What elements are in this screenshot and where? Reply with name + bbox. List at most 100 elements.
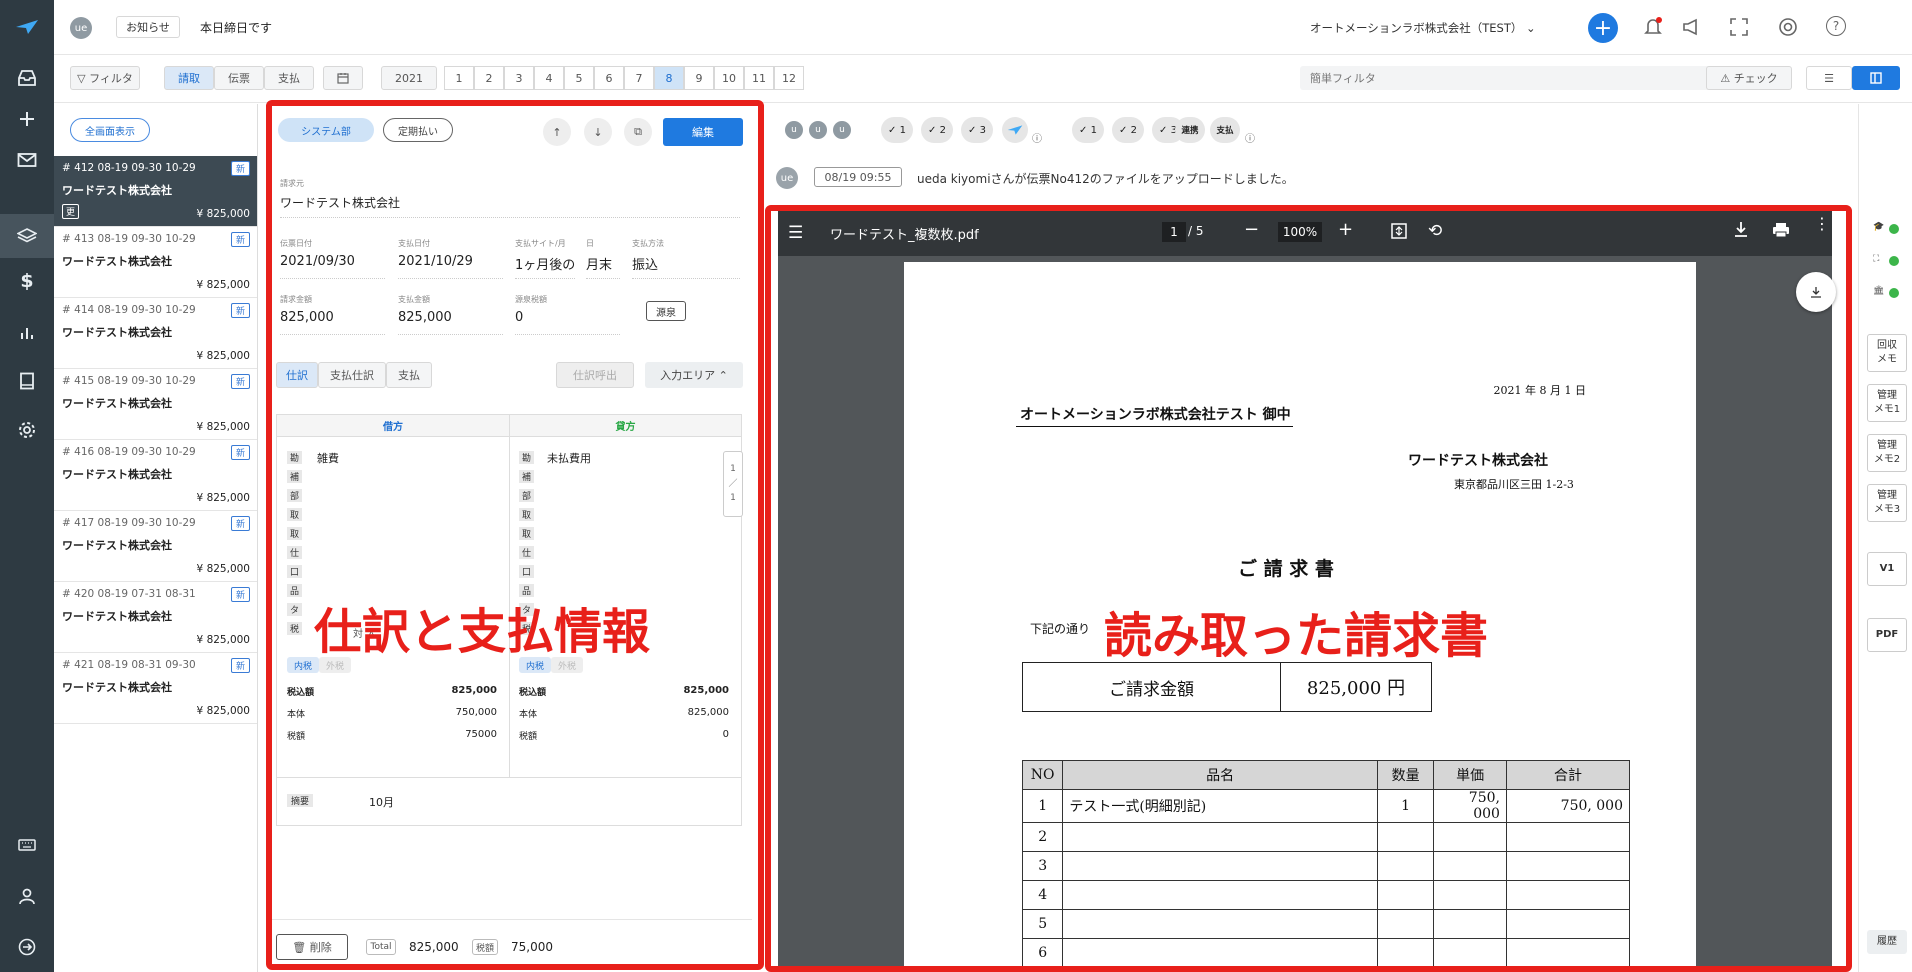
pdf-button[interactable]: PDF xyxy=(1867,618,1907,652)
summary-value[interactable]: 10月 xyxy=(369,794,394,810)
check-status-1[interactable]: ✓ 1 xyxy=(1072,117,1104,143)
month-2[interactable]: 2 xyxy=(474,66,504,90)
dollar-icon[interactable]: $ xyxy=(0,266,54,296)
month-6[interactable]: 6 xyxy=(594,66,624,90)
fullscreen-icon[interactable] xyxy=(1730,18,1748,39)
keyboard-icon[interactable] xyxy=(0,830,54,860)
month-8[interactable]: 8 xyxy=(654,66,684,90)
version-button[interactable]: V1 xyxy=(1867,552,1907,586)
input-area-toggle[interactable]: 入力エリア ⌃ xyxy=(645,362,743,388)
list-item[interactable]: # 412 08-19 09-30 10-29 新ワードテスト株式会社 ¥ 825,… xyxy=(54,156,257,227)
method-value[interactable]: 振込 xyxy=(632,254,658,273)
filter-button[interactable]: ▽ フィルタ xyxy=(70,66,140,90)
pay-amount[interactable]: 825,000 xyxy=(398,310,452,325)
withholding-button[interactable]: 源泉 xyxy=(646,301,686,321)
page-input[interactable]: 1 xyxy=(1162,222,1186,242)
billing-value[interactable]: ワードテスト株式会社 xyxy=(280,194,400,211)
rotate-icon[interactable]: ⟲ xyxy=(1428,221,1442,241)
month-4[interactable]: 4 xyxy=(534,66,564,90)
check-status-3[interactable]: ✓ 3 xyxy=(961,117,993,143)
inbox-icon[interactable] xyxy=(0,63,54,93)
list-item[interactable]: # 420 08-19 07-31 08-31 新ワードテスト株式会社 ¥ 825,… xyxy=(54,582,257,653)
bird-status-icon[interactable] xyxy=(1002,117,1028,143)
zoom-in-icon[interactable]: + xyxy=(1338,219,1353,240)
tab-payment[interactable]: 支払 xyxy=(386,362,432,388)
list-item[interactable]: # 421 08-19 08-31 09-30 新ワードテスト株式会社 ¥ 825,… xyxy=(54,653,257,724)
fit-page-icon[interactable] xyxy=(1390,222,1408,243)
arrow-down-icon[interactable]: ↓ xyxy=(584,118,612,146)
logo-bird-icon[interactable] xyxy=(0,12,54,42)
help-icon[interactable]: ? xyxy=(1826,16,1846,36)
notice-button[interactable]: お知らせ xyxy=(116,16,180,38)
check-button[interactable]: ⚠ チェック xyxy=(1706,66,1792,90)
edit-button[interactable]: 編集 xyxy=(663,118,743,146)
memo-button[interactable]: 管理 メモ1 xyxy=(1867,384,1907,422)
link-status[interactable]: 連携 xyxy=(1175,117,1205,143)
month-12[interactable]: 12 xyxy=(774,66,804,90)
user-avatar[interactable]: ue xyxy=(70,17,92,39)
site-value[interactable]: 1ヶ月後の xyxy=(515,254,575,273)
history-button[interactable]: 履歴 xyxy=(1867,930,1907,954)
month-10[interactable]: 10 xyxy=(714,66,744,90)
list-item[interactable]: # 417 08-19 09-30 10-29 新ワードテスト株式会社 ¥ 825,… xyxy=(54,511,257,582)
info-icon[interactable]: ⓘ xyxy=(1032,130,1042,145)
bar-chart-icon[interactable] xyxy=(0,317,54,347)
tab-doc-shiharai[interactable]: 支払 xyxy=(264,66,314,90)
list-item[interactable]: # 413 08-19 09-30 10-29 新ワードテスト株式会社 ¥ 825,… xyxy=(54,227,257,298)
download-icon[interactable] xyxy=(1734,221,1748,242)
year-select[interactable]: 2021 xyxy=(381,66,437,90)
mail-check-icon[interactable] xyxy=(0,145,54,175)
zoom-out-icon[interactable]: − xyxy=(1244,219,1259,240)
pay-date[interactable]: 2021/10/29 xyxy=(398,254,473,269)
list-item[interactable]: # 414 08-19 09-30 10-29 新ワードテスト株式会社 ¥ 825,… xyxy=(54,298,257,369)
list-item[interactable]: # 415 08-19 09-30 10-29 新ワードテスト株式会社 ¥ 825,… xyxy=(54,369,257,440)
memo-button[interactable]: 管理 メモ2 xyxy=(1867,434,1907,472)
gear-icon[interactable] xyxy=(0,415,54,445)
check-status-1[interactable]: ✓ 1 xyxy=(881,117,913,143)
book-icon[interactable] xyxy=(0,366,54,396)
menu-icon[interactable]: ☰ xyxy=(788,223,803,243)
split-view-icon[interactable] xyxy=(1852,66,1900,90)
day-value[interactable]: 月末 xyxy=(586,254,612,273)
tab-journal[interactable]: 仕訳 xyxy=(276,362,318,388)
arrow-up-icon[interactable]: ↑ xyxy=(543,118,571,146)
voucher-date[interactable]: 2021/09/30 xyxy=(280,254,355,269)
check-status-2[interactable]: ✓ 2 xyxy=(921,117,953,143)
dept-tag[interactable]: システム部 xyxy=(278,118,374,142)
delete-button[interactable]: 🗑 削除 xyxy=(276,934,348,960)
info-icon-2[interactable]: ⓘ xyxy=(1245,130,1255,145)
tab-pay-journal[interactable]: 支払仕訳 xyxy=(318,362,386,388)
company-selector[interactable]: オートメーションラボ株式会社（TEST） ⌄ xyxy=(1310,20,1536,36)
memo-button[interactable]: 管理 メモ3 xyxy=(1867,484,1907,522)
create-button[interactable]: + xyxy=(1588,13,1618,43)
user-icon[interactable] xyxy=(0,881,54,911)
debit-account[interactable]: 雑費 xyxy=(317,450,339,466)
logout-icon[interactable] xyxy=(0,932,54,962)
regular-payment-tag[interactable]: 定期払い xyxy=(383,118,453,142)
more-vertical-icon[interactable]: ⋮ xyxy=(1814,216,1830,232)
list-item[interactable]: # 416 08-19 09-30 10-29 新ワードテスト株式会社 ¥ 825,… xyxy=(54,440,257,511)
memo-button[interactable]: 回収 メモ xyxy=(1867,334,1907,372)
support-icon[interactable] xyxy=(1778,17,1798,40)
copy-icon[interactable]: ⧉ xyxy=(624,118,652,146)
bell-icon[interactable] xyxy=(1644,17,1662,40)
print-icon[interactable] xyxy=(1772,222,1790,241)
tab-doc-denpyo[interactable]: 伝票 xyxy=(214,66,264,90)
layers-icon[interactable] xyxy=(0,214,54,258)
search-box[interactable] xyxy=(1300,66,1746,90)
month-9[interactable]: 9 xyxy=(684,66,714,90)
month-11[interactable]: 11 xyxy=(744,66,774,90)
credit-account[interactable]: 未払費用 xyxy=(547,450,591,466)
invoice-amount[interactable]: 825,000 xyxy=(280,310,334,325)
journal-out-button[interactable]: 仕訳呼出 xyxy=(556,362,634,388)
row-pager[interactable]: 1 ／ 1 xyxy=(723,451,743,517)
full-view-button[interactable]: 全画面表示 xyxy=(70,118,150,142)
zoom-level[interactable]: 100% xyxy=(1278,222,1322,242)
floating-download-icon[interactable] xyxy=(1796,272,1836,312)
month-5[interactable]: 5 xyxy=(564,66,594,90)
month-7[interactable]: 7 xyxy=(624,66,654,90)
month-1[interactable]: 1 xyxy=(444,66,474,90)
megaphone-icon[interactable] xyxy=(1682,18,1702,39)
pay-status[interactable]: 支払 xyxy=(1210,117,1240,143)
month-3[interactable]: 3 xyxy=(504,66,534,90)
